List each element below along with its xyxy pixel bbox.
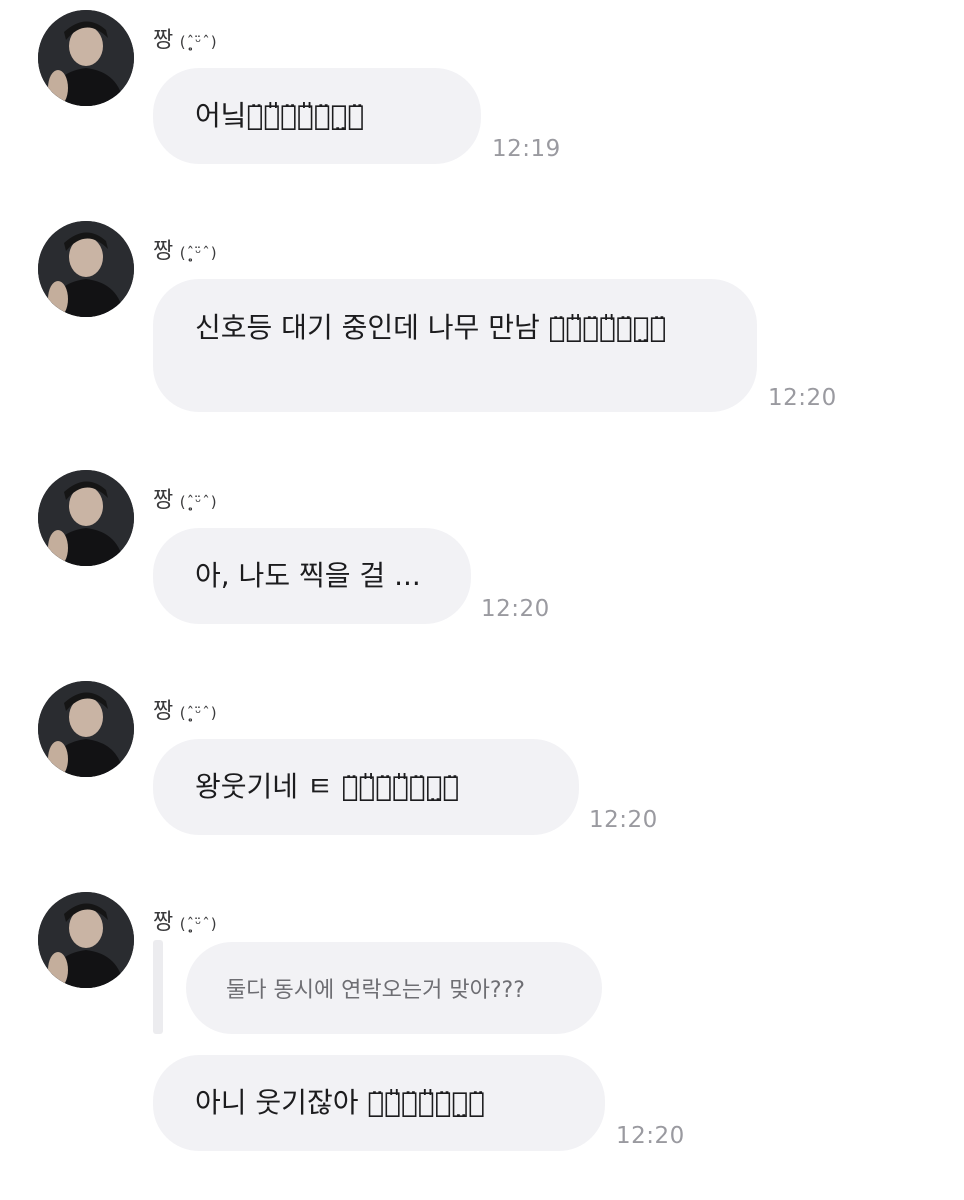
sender-label: 짱 xyxy=(153,28,174,53)
message-text: 아, 나도 찍을 걸 ... xyxy=(195,559,421,592)
message-bubble[interactable]: 아니 웃기잖아 ㅋ̈ㅋ̎ㅋ̈ㅋ̎ㅋ̈ㅋ̤ㅋ̈ xyxy=(153,1055,605,1151)
message-bubble[interactable]: 왕웃기네 ㅌ ㅋ̈ㅋ̎ㅋ̈ㅋ̎ㅋ̈ㅋ̤ㅋ̈ xyxy=(153,739,579,835)
sender-emote: (ˆ̥̥̥̥̥̥ᵕ̈ˆ) xyxy=(179,244,218,262)
message-time: 12:19 xyxy=(492,136,561,162)
sender-label: 짱 xyxy=(153,910,174,935)
sender-name: 짱 (ˆ̥̥̥̥̥̥ᵕ̈ˆ) xyxy=(153,482,218,514)
sender-name: 짱 (ˆ̥̥̥̥̥̥ᵕ̈ˆ) xyxy=(153,693,218,725)
sender-name: 짱 (ˆ̥̥̥̥̥̥ᵕ̈ˆ) xyxy=(153,904,218,936)
message-time: 12:20 xyxy=(589,807,658,833)
avatar[interactable] xyxy=(38,892,134,988)
message-text: 왕웃기네 ㅌ ㅋ̈ㅋ̎ㅋ̈ㅋ̎ㅋ̈ㅋ̤ㅋ̈ xyxy=(195,770,460,803)
avatar[interactable] xyxy=(38,221,134,317)
avatar[interactable] xyxy=(38,10,134,106)
quoted-message[interactable]: 둘다 동시에 연락오는거 맞아??? xyxy=(186,942,602,1034)
sender-emote: (ˆ̥̥̥̥̥̥ᵕ̈ˆ) xyxy=(179,704,218,722)
message-text: 어닠ㅋ̈ㅋ̎ㅋ̈ㅋ̎ㅋ̈ㅋ̤ㅋ̈ xyxy=(195,99,365,132)
message-time: 12:20 xyxy=(768,385,837,411)
message-bubble[interactable]: 아, 나도 찍을 걸 ... xyxy=(153,528,471,624)
message-time: 12:20 xyxy=(481,596,550,622)
sender-name: 짱 (ˆ̥̥̥̥̥̥ᵕ̈ˆ) xyxy=(153,22,218,54)
sender-label: 짱 xyxy=(153,239,174,264)
avatar[interactable] xyxy=(38,470,134,566)
message-time: 12:20 xyxy=(616,1123,685,1149)
message-text: 아니 웃기잖아 ㅋ̈ㅋ̎ㅋ̈ㅋ̎ㅋ̈ㅋ̤ㅋ̈ xyxy=(195,1086,485,1119)
message-bubble[interactable]: 신호등 대기 중인데 나무 만남 ㅋ̈ㅋ̎ㅋ̈ㅋ̎ㅋ̈ㅋ̤ㅋ̈ xyxy=(153,279,757,412)
quote-bar xyxy=(153,940,163,1034)
message-text: 신호등 대기 중인데 나무 만남 ㅋ̈ㅋ̎ㅋ̈ㅋ̎ㅋ̈ㅋ̤ㅋ̈ xyxy=(195,311,667,344)
quoted-text: 둘다 동시에 연락오는거 맞아??? xyxy=(226,978,525,1003)
sender-label: 짱 xyxy=(153,488,174,513)
message-bubble[interactable]: 어닠ㅋ̈ㅋ̎ㅋ̈ㅋ̎ㅋ̈ㅋ̤ㅋ̈ xyxy=(153,68,481,164)
sender-emote: (ˆ̥̥̥̥̥̥ᵕ̈ˆ) xyxy=(179,915,218,933)
sender-label: 짱 xyxy=(153,699,174,724)
sender-name: 짱 (ˆ̥̥̥̥̥̥ᵕ̈ˆ) xyxy=(153,233,218,265)
sender-emote: (ˆ̥̥̥̥̥̥ᵕ̈ˆ) xyxy=(179,493,218,511)
sender-emote: (ˆ̥̥̥̥̥̥ᵕ̈ˆ) xyxy=(179,33,218,51)
avatar[interactable] xyxy=(38,681,134,777)
